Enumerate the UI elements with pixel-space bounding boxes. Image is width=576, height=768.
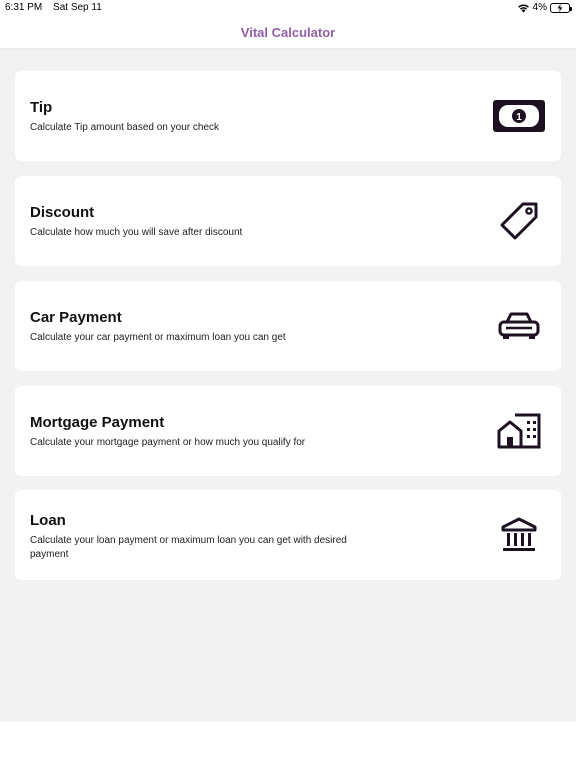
status-bar: 6:31 PM Sat Sep 11 4% [0, 0, 576, 16]
battery-percent: 4% [532, 2, 547, 13]
svg-text:1: 1 [516, 112, 522, 123]
status-right: 4% [517, 2, 572, 13]
price-tag-icon [492, 199, 546, 243]
card-description: Calculate your car payment or maximum lo… [30, 332, 286, 343]
tip-calculator-card[interactable]: Tip Calculate Tip amount based on your c… [15, 71, 561, 161]
charging-bolt-icon [557, 3, 563, 12]
loan-calculator-card[interactable]: Loan Calculate your loan payment or maxi… [15, 490, 561, 580]
mortgage-payment-calculator-card[interactable]: Mortgage Payment Calculate your mortgage… [15, 386, 561, 476]
status-time: 6:31 PM [5, 2, 43, 13]
house-building-icon [492, 409, 546, 453]
bank-icon [492, 513, 546, 557]
card-description: Calculate your loan payment or maximum l… [30, 535, 347, 560]
status-date: Sat Sep 11 [53, 2, 102, 13]
wifi-icon [517, 4, 529, 12]
status-left: 6:31 PM Sat Sep 11 [5, 2, 110, 13]
battery-icon [550, 2, 572, 13]
nav-bar: Vital Calculator [0, 16, 576, 48]
card-title: Tip [30, 99, 53, 116]
card-description: Calculate how much you will save after d… [30, 227, 243, 238]
bottom-bar [0, 722, 576, 768]
discount-calculator-card[interactable]: Discount Calculate how much you will sav… [15, 176, 561, 266]
card-description: Calculate Tip amount based on your check [30, 122, 219, 133]
card-title: Car Payment [30, 309, 122, 326]
banknote-icon: 1 [492, 94, 546, 138]
page-title: Vital Calculator [240, 24, 336, 40]
car-icon [492, 304, 546, 348]
card-description: Calculate your mortgage payment or how m… [30, 437, 306, 448]
car-payment-calculator-card[interactable]: Car Payment Calculate your car payment o… [15, 281, 561, 371]
card-title: Mortgage Payment [30, 414, 165, 431]
card-title: Discount [30, 204, 95, 221]
card-title: Loan [30, 512, 66, 529]
